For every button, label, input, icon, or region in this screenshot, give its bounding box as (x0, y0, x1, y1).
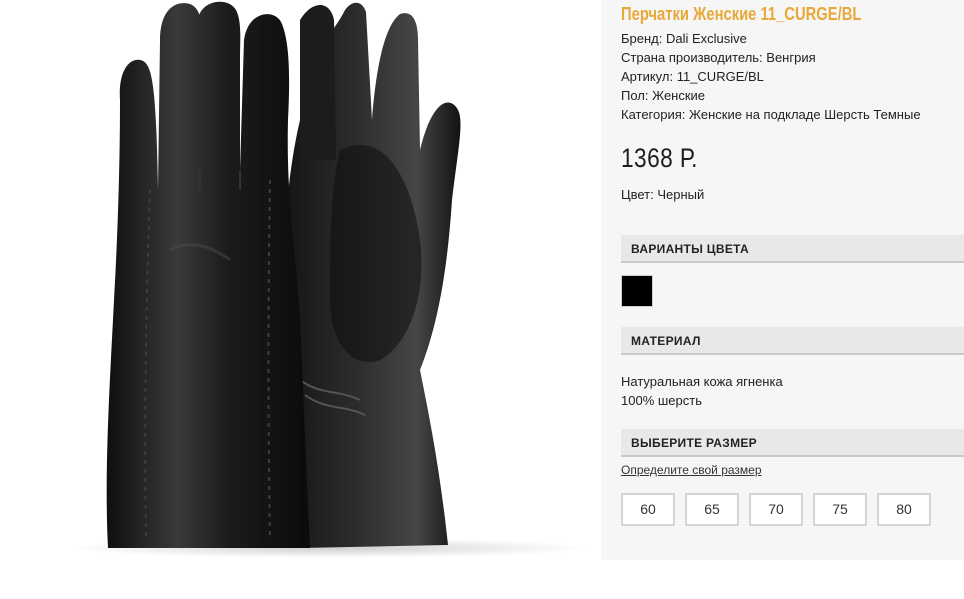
country-line: Страна производитель: Венгрия (621, 50, 816, 65)
product-info-panel: Перчатки Женские 11_CURGE/BL Бренд: Dali… (601, 0, 964, 560)
size-option-75[interactable]: 75 (813, 493, 867, 526)
product-image-area (0, 0, 600, 560)
color-variants-heading: ВАРИАНТЫ ЦВЕТА (621, 235, 964, 263)
material-line: Натуральная кожа ягненка (621, 374, 783, 389)
size-heading: ВЫБЕРИТЕ РАЗМЕР (621, 429, 964, 457)
sku-line: Артикул: 11_CURGE/BL (621, 69, 764, 84)
size-guide-link[interactable]: Определите свой размер (621, 463, 762, 477)
product-title: Перчатки Женские 11_CURGE/BL (621, 4, 862, 24)
color-swatch-black[interactable] (621, 275, 653, 307)
size-option-65[interactable]: 65 (685, 493, 739, 526)
product-price: 1368 Р. (621, 143, 698, 173)
gloves-product-image[interactable] (0, 0, 600, 560)
size-options: 60 65 70 75 80 (621, 493, 931, 526)
product-color: Цвет: Черный (621, 187, 705, 202)
brand-line: Бренд: Dali Exclusive (621, 31, 747, 46)
gender-line: Пол: Женские (621, 88, 706, 103)
material-text: Натуральная кожа ягненка 100% шерсть (621, 372, 783, 410)
category-line: Категория: Женские на подкладе Шерсть Те… (621, 107, 921, 122)
material-heading: МАТЕРИАЛ (621, 327, 964, 355)
product-meta: Бренд: Dali Exclusive Страна производите… (621, 29, 921, 124)
size-option-70[interactable]: 70 (749, 493, 803, 526)
size-option-60[interactable]: 60 (621, 493, 675, 526)
material-line: 100% шерсть (621, 393, 702, 408)
size-option-80[interactable]: 80 (877, 493, 931, 526)
